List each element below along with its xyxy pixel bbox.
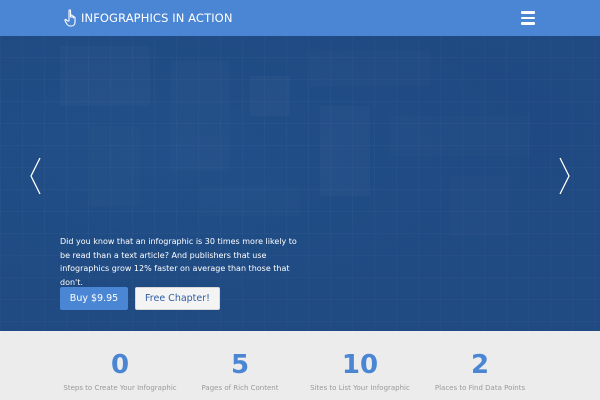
menu-bar-middle [521, 16, 535, 20]
stat-number: 0 [110, 350, 130, 380]
hamburger-menu-icon[interactable] [518, 9, 538, 27]
stat-item-places: 2 Places to Find Data Points [415, 331, 545, 393]
stat-number: 10 [341, 350, 379, 380]
free-chapter-button[interactable]: Free Chapter! [135, 287, 220, 310]
stat-label: Steps to Create Your Infographic [63, 384, 177, 392]
hero-slider: Did you know that an infographic is 30 t… [0, 36, 600, 331]
chevron-right-icon[interactable] [556, 156, 572, 196]
buy-button[interactable]: Buy $9.95 [60, 287, 128, 310]
stat-item-pages: 5 Pages of Rich Content [175, 331, 305, 393]
stat-label: Places to Find Data Points [434, 384, 526, 392]
menu-bar-bottom [521, 22, 535, 25]
stat-number: 5 [230, 350, 250, 380]
brand-title: Infographics in Action [81, 11, 233, 25]
stat-number: 2 [470, 350, 490, 380]
menu-bar-top [521, 11, 535, 14]
brand-logo[interactable]: Infographics in Action [64, 9, 233, 27]
pointing-hand-icon [64, 9, 76, 27]
stats-section: 0 Steps to Create Your Infographic 5 Pag… [0, 331, 600, 400]
stat-label: Pages of Rich Content [201, 384, 279, 392]
stat-item-sites: 10 Sites to List Your Infographic [295, 331, 425, 393]
stat-label: Sites to List Your Infographic [310, 384, 410, 392]
chevron-left-icon[interactable] [28, 156, 44, 196]
stat-item-steps: 0 Steps to Create Your Infographic [55, 331, 185, 393]
top-navbar: Infographics in Action [0, 0, 600, 36]
hero-description: Did you know that an infographic is 30 t… [60, 237, 297, 287]
